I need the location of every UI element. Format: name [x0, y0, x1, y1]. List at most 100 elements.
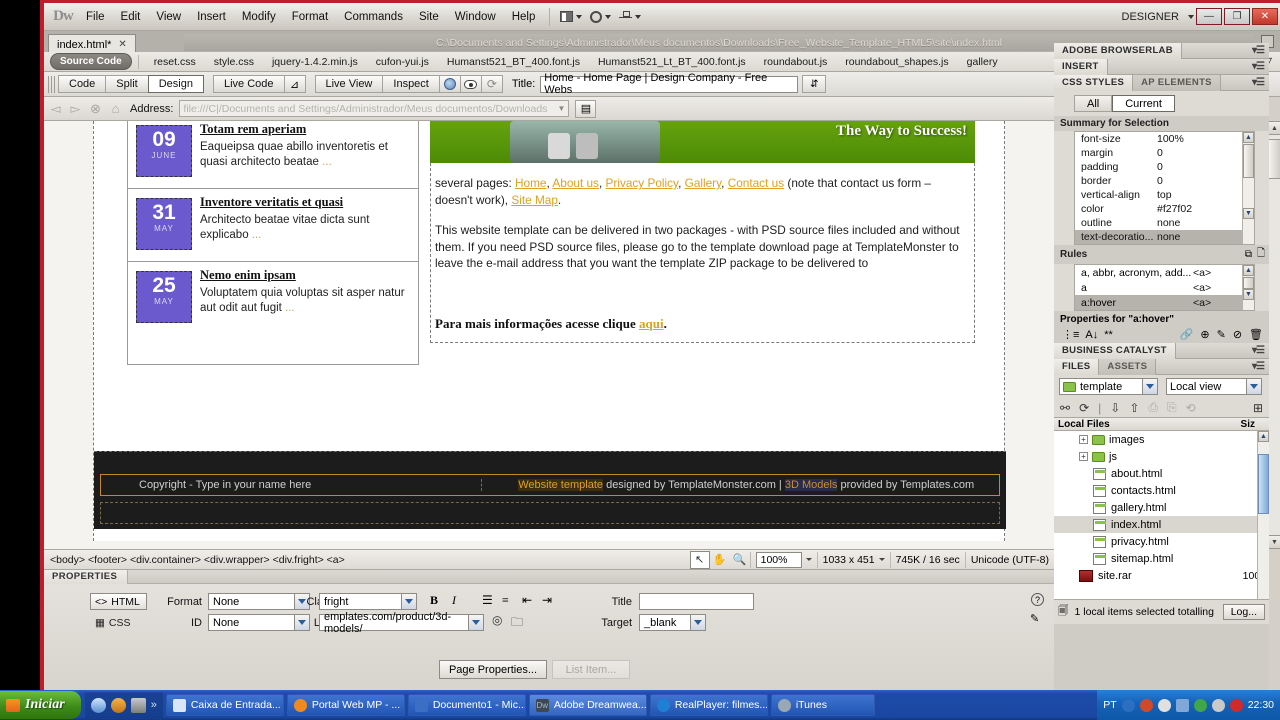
site-management-icon[interactable] — [615, 9, 645, 24]
table-row[interactable]: border 0 — [1075, 174, 1254, 188]
source-code-button[interactable]: Source Code — [50, 53, 132, 70]
list-item[interactable]: site.rar 1001 — [1054, 567, 1269, 584]
preview-globe-icon[interactable] — [438, 75, 461, 93]
table-row[interactable]: a:hover <a> — [1075, 295, 1254, 310]
scroll-up-icon[interactable]: ▲ — [1258, 431, 1269, 442]
tray-icon-7[interactable] — [1229, 698, 1243, 712]
panel-menu-icon[interactable]: ▾☰ — [1252, 345, 1269, 356]
workspace-switcher[interactable]: DESIGNER — [1116, 11, 1185, 23]
list-item[interactable]: 25 MAY Nemo enim ipsam Voluptatem quia v… — [128, 262, 418, 334]
html-mode-button[interactable]: <> HTML — [90, 593, 147, 610]
zoom-value[interactable]: 100% — [755, 551, 802, 568]
related-file-humanst521-lt[interactable]: Humanst521_Lt_BT_400.font.js — [589, 54, 755, 70]
start-button[interactable]: Iniciar — [0, 691, 81, 719]
file-management-icon[interactable]: ⇵ — [802, 75, 827, 93]
design-canvas[interactable]: 09 JUNE Totam rem aperiam Eaqueipsa quae… — [44, 121, 1054, 549]
stop-icon[interactable]: ⊗ — [87, 100, 104, 117]
menu-edit[interactable]: Edit — [113, 8, 149, 26]
news-title-link[interactable]: Inventore veritatis et quasi — [200, 195, 412, 210]
list-item[interactable]: + images — [1054, 431, 1269, 448]
scrollbar-thumb[interactable] — [1243, 144, 1254, 178]
footer-link-website-template[interactable]: Website template — [518, 479, 604, 491]
expand-files-icon[interactable]: ⊞ — [1253, 401, 1263, 415]
insert-tab[interactable]: INSERT — [1054, 58, 1108, 75]
new-rule-icon[interactable]: ⧉ — [1245, 249, 1252, 260]
related-file-cufon-yui[interactable]: cufon-yui.js — [367, 54, 438, 70]
scrollbar-thumb[interactable] — [1243, 277, 1254, 289]
table-row[interactable]: a <a> — [1075, 280, 1254, 295]
visual-aids-eye-icon[interactable] — [459, 75, 482, 93]
table-row[interactable]: text-decoratio... none — [1075, 230, 1254, 244]
scroll-up-icon[interactable]: ▲ — [1268, 121, 1280, 135]
business-catalyst-panel-header[interactable]: BUSINESS CATALYST ▾☰ — [1054, 342, 1269, 359]
panel-menu-icon[interactable]: ▾☰ — [1252, 361, 1269, 372]
show-alphabetical-view-icon[interactable]: A↓ — [1085, 329, 1098, 341]
title-field[interactable] — [639, 593, 754, 610]
related-file-humanst521-bt[interactable]: Humanst521_BT_400.font.js — [438, 54, 589, 70]
bold-button[interactable]: B — [430, 593, 438, 608]
page-title-input[interactable]: Home - Home Page | Design Company - Free… — [540, 72, 799, 96]
table-row[interactable]: outline none — [1075, 216, 1254, 230]
related-file-reset-css[interactable]: reset.css — [145, 54, 205, 70]
zoom-tool-icon[interactable]: 🔍 — [730, 551, 750, 569]
target-select[interactable]: _blank — [639, 614, 706, 631]
split-view-button[interactable]: Split — [105, 75, 149, 93]
put-files-icon[interactable]: ⇧ — [1129, 401, 1139, 415]
browserlab-panel-header[interactable]: ADOBE BROWSERLAB ▾☰ — [1054, 42, 1269, 59]
link-gallery[interactable]: Gallery — [685, 176, 722, 190]
menu-commands[interactable]: Commands — [336, 8, 411, 26]
quick-launch-overflow-icon[interactable]: » — [151, 699, 157, 711]
properties-tab[interactable]: PROPERTIES — [44, 570, 129, 584]
menu-help[interactable]: Help — [504, 8, 544, 26]
italic-button[interactable]: I — [452, 593, 456, 608]
view-chevron-down-icon[interactable] — [1246, 379, 1261, 394]
toolbar-grip[interactable] — [48, 75, 55, 93]
forward-icon[interactable]: ▻ — [67, 100, 84, 117]
taskbar-item-realplayer[interactable]: RealPlayer: filmes... — [649, 694, 768, 716]
tray-icon-5[interactable] — [1193, 698, 1207, 712]
workspace-chevron-down-icon[interactable] — [1188, 14, 1194, 19]
link-home[interactable]: Home — [515, 176, 546, 190]
window-size-chevron-down-icon[interactable] — [878, 558, 885, 561]
minimize-button[interactable]: — — [1196, 8, 1222, 25]
tray-icon-3[interactable] — [1157, 698, 1171, 712]
get-files-icon[interactable]: ⇩ — [1110, 401, 1120, 415]
tab-assets[interactable]: ASSETS — [1099, 358, 1157, 375]
disable-property-icon[interactable]: ⊘ — [1233, 328, 1242, 341]
window-size[interactable]: 1033 x 451 — [816, 551, 890, 568]
tab-ap-elements[interactable]: AP ELEMENTS — [1133, 74, 1221, 91]
file-tree[interactable]: + images + js about.html 6 — [1054, 431, 1269, 599]
menu-window[interactable]: Window — [447, 8, 504, 26]
scroll-down-icon[interactable]: ▼ — [1268, 535, 1280, 549]
address-list-icon[interactable]: ▤ — [575, 99, 597, 118]
scroll-up-icon[interactable]: ▲ — [1243, 132, 1254, 143]
tray-icon-2[interactable] — [1139, 698, 1153, 712]
connect-icon[interactable]: ⚯ — [1060, 401, 1070, 415]
address-input[interactable]: file:///C|/Documents and Settings/Admini… — [179, 100, 570, 117]
clock[interactable]: 22:30 — [1248, 699, 1274, 711]
link-about-us[interactable]: About us — [552, 176, 599, 190]
expand-plus-icon[interactable]: + — [1079, 452, 1088, 461]
taskbar-item-adobe-dreamweaver[interactable]: Dw Adobe Dreamwea... — [528, 694, 647, 716]
point-to-file-icon[interactable]: ◎ — [492, 613, 502, 628]
css-rules-scrollbar[interactable]: ▲ ▼ — [1242, 265, 1254, 310]
scroll-down-icon[interactable]: ▼ — [1243, 289, 1254, 300]
css-summary-scrollbar[interactable]: ▲ ▼ — [1242, 132, 1254, 244]
page-properties-button[interactable]: Page Properties... — [439, 660, 547, 679]
view-select[interactable]: Local view — [1166, 378, 1262, 395]
css-all-button[interactable]: All — [1074, 95, 1113, 112]
list-item[interactable]: about.html 6 — [1054, 465, 1269, 482]
scrollbar-thumb[interactable] — [1258, 454, 1269, 514]
footer-link-3d-models[interactable]: 3D Models — [784, 479, 838, 491]
edit-rule-pencil-icon[interactable]: ✎ — [1217, 328, 1226, 341]
inspect-button[interactable]: Inspect — [382, 75, 440, 93]
css-mode-button[interactable]: ▦ CSS — [90, 614, 147, 631]
refresh-icon[interactable]: ⟳ — [480, 75, 503, 93]
expand-plus-icon[interactable]: + — [1079, 435, 1088, 444]
insert-panel-header[interactable]: INSERT ▾☰ — [1054, 58, 1269, 75]
taskbar-item-caixa-de-entrada[interactable]: Caixa de Entrada... — [165, 694, 284, 716]
quick-launch-icon-3[interactable] — [130, 697, 146, 713]
link-aqui[interactable]: aqui — [639, 316, 664, 331]
quick-tag-editor-icon[interactable]: ✎ — [1030, 612, 1044, 625]
menu-modify[interactable]: Modify — [234, 8, 284, 26]
